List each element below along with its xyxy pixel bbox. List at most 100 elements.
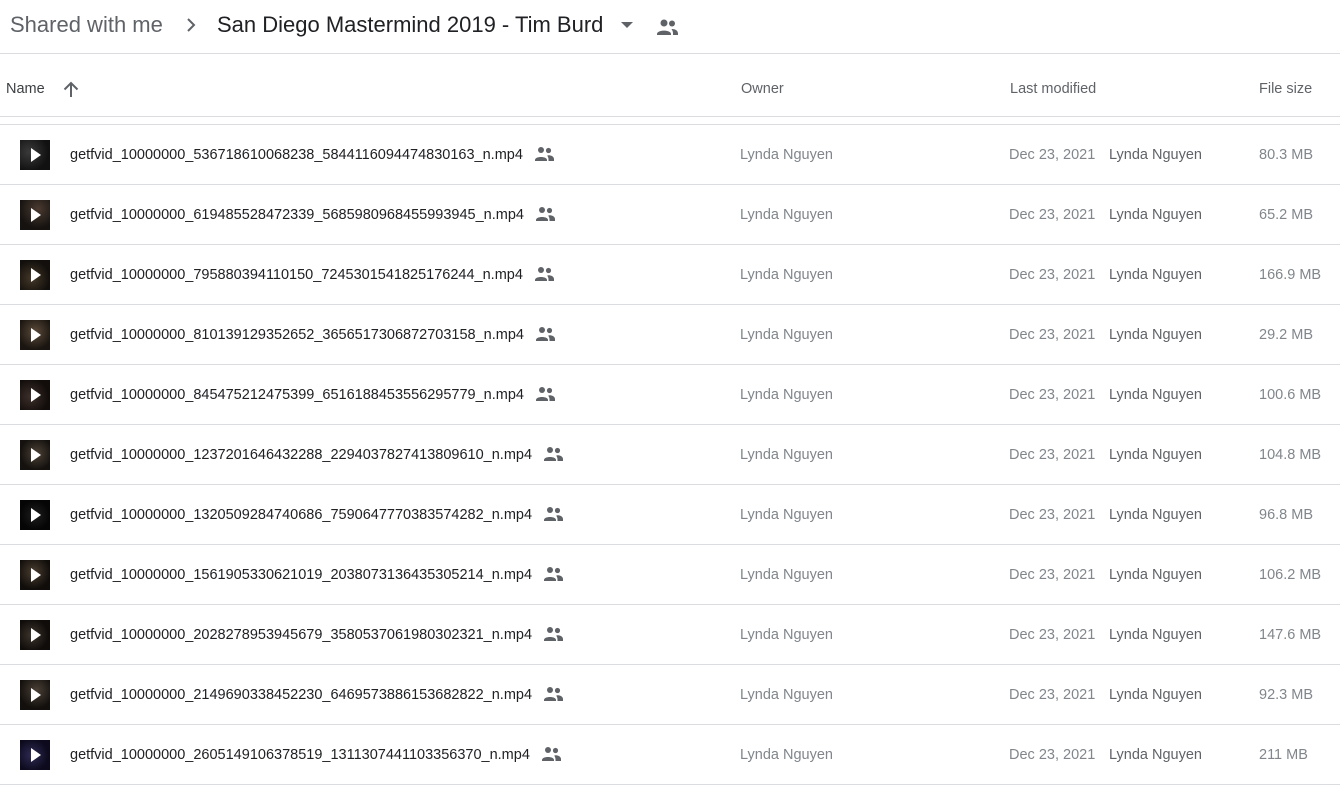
chevron-right-icon [187, 18, 196, 32]
column-header-row: Name Owner Last modified File size [0, 54, 1340, 117]
breadcrumb-bar: Shared with me San Diego Mastermind 2019… [0, 0, 1340, 54]
file-row[interactable]: getfvid_10000000_536718610068238_5844116… [0, 125, 1340, 185]
file-modified-by: Lynda Nguyen [1109, 267, 1202, 283]
file-row[interactable]: getfvid_10000000_619485528472339_5685980… [0, 185, 1340, 245]
people-icon [544, 567, 564, 581]
file-owner: Lynda Nguyen [740, 627, 833, 643]
video-thumbnail [20, 440, 50, 470]
arrow-drop-down-icon[interactable] [617, 17, 637, 33]
people-icon [657, 19, 678, 35]
file-modified-date: Dec 23, 2021 [1009, 327, 1096, 343]
play-icon [31, 148, 41, 162]
column-header-owner[interactable]: Owner [741, 81, 784, 97]
people-icon [534, 267, 554, 281]
column-header-last-modified[interactable]: Last modified [1010, 81, 1096, 97]
people-icon [541, 747, 561, 761]
video-thumbnail [20, 140, 50, 170]
breadcrumb-shared-with-me[interactable]: Shared with me [10, 10, 163, 40]
play-icon [31, 328, 41, 342]
file-size: 106.2 MB [1259, 567, 1322, 583]
file-name: getfvid_10000000_1237201646432288_229403… [70, 447, 533, 463]
file-name: getfvid_10000000_536718610068238_5844116… [70, 147, 523, 163]
file-row[interactable]: getfvid_10000000_845475212475399_6516188… [0, 365, 1340, 425]
video-thumbnail [20, 740, 50, 770]
play-icon [31, 508, 41, 522]
file-modified-date: Dec 23, 2021 [1009, 687, 1096, 703]
list-top-divider [0, 117, 1340, 125]
play-icon [31, 748, 41, 762]
people-icon [535, 207, 555, 221]
play-icon [31, 688, 41, 702]
play-icon [31, 628, 41, 642]
file-row[interactable]: getfvid_10000000_2028278953945679_358053… [0, 605, 1340, 665]
file-name: getfvid_10000000_845475212475399_6516188… [70, 387, 524, 403]
file-name: getfvid_10000000_795880394110150_7245301… [70, 267, 523, 283]
file-size: 166.9 MB [1259, 267, 1322, 283]
video-thumbnail [20, 260, 50, 290]
file-modified-by: Lynda Nguyen [1109, 207, 1202, 223]
file-name: getfvid_10000000_2605149106378519_131130… [70, 747, 530, 763]
file-modified-by: Lynda Nguyen [1109, 387, 1202, 403]
file-modified-by: Lynda Nguyen [1109, 327, 1202, 343]
file-size: 80.3 MB [1259, 147, 1313, 163]
file-owner: Lynda Nguyen [740, 147, 833, 163]
file-modified-date: Dec 23, 2021 [1009, 627, 1096, 643]
file-modified-by: Lynda Nguyen [1109, 147, 1202, 163]
file-modified-date: Dec 23, 2021 [1009, 447, 1096, 463]
file-owner: Lynda Nguyen [740, 327, 833, 343]
breadcrumb-current-folder[interactable]: San Diego Mastermind 2019 - Tim Burd [217, 10, 603, 40]
people-icon [544, 507, 564, 521]
video-thumbnail [20, 200, 50, 230]
video-thumbnail [20, 500, 50, 530]
file-size: 211 MB [1259, 747, 1308, 763]
file-name: getfvid_10000000_2028278953945679_358053… [70, 627, 533, 643]
file-size: 147.6 MB [1259, 627, 1322, 643]
play-icon [31, 208, 41, 222]
play-icon [31, 448, 41, 462]
play-icon [31, 268, 41, 282]
file-modified-date: Dec 23, 2021 [1009, 747, 1096, 763]
file-row[interactable]: getfvid_10000000_810139129352652_3656517… [0, 305, 1340, 365]
file-size: 96.8 MB [1259, 507, 1313, 523]
people-icon [544, 447, 564, 461]
file-owner: Lynda Nguyen [740, 207, 833, 223]
file-modified-by: Lynda Nguyen [1109, 687, 1202, 703]
file-name: getfvid_10000000_1561905330621019_203807… [70, 567, 533, 583]
people-icon [535, 387, 555, 401]
file-row[interactable]: getfvid_10000000_1561905330621019_203807… [0, 545, 1340, 605]
file-row[interactable]: getfvid_10000000_2149690338452230_646957… [0, 665, 1340, 725]
file-name: getfvid_10000000_1320509284740686_759064… [70, 507, 533, 523]
file-name: getfvid_10000000_619485528472339_5685980… [70, 207, 524, 223]
arrow-upward-icon[interactable] [60, 79, 82, 101]
file-row[interactable]: getfvid_10000000_1237201646432288_229403… [0, 425, 1340, 485]
column-header-file-size[interactable]: File size [1259, 81, 1312, 97]
people-icon [535, 327, 555, 341]
column-header-name[interactable]: Name [6, 81, 45, 97]
play-icon [31, 568, 41, 582]
video-thumbnail [20, 320, 50, 350]
file-list: getfvid_10000000_536718610068238_5844116… [0, 125, 1340, 785]
file-modified-date: Dec 23, 2021 [1009, 507, 1096, 523]
file-owner: Lynda Nguyen [740, 567, 833, 583]
file-row[interactable]: getfvid_10000000_795880394110150_7245301… [0, 245, 1340, 305]
people-icon [544, 627, 564, 641]
people-icon [544, 687, 564, 701]
file-modified-date: Dec 23, 2021 [1009, 207, 1096, 223]
file-modified-by: Lynda Nguyen [1109, 567, 1202, 583]
file-row[interactable]: getfvid_10000000_2605149106378519_131130… [0, 725, 1340, 785]
video-thumbnail [20, 380, 50, 410]
file-modified-date: Dec 23, 2021 [1009, 147, 1096, 163]
file-name: getfvid_10000000_2149690338452230_646957… [70, 687, 533, 703]
file-modified-by: Lynda Nguyen [1109, 627, 1202, 643]
file-modified-by: Lynda Nguyen [1109, 507, 1202, 523]
file-owner: Lynda Nguyen [740, 447, 833, 463]
file-modified-date: Dec 23, 2021 [1009, 387, 1096, 403]
file-owner: Lynda Nguyen [740, 687, 833, 703]
file-size: 29.2 MB [1259, 327, 1313, 343]
video-thumbnail [20, 620, 50, 650]
file-size: 92.3 MB [1259, 687, 1313, 703]
file-modified-date: Dec 23, 2021 [1009, 567, 1096, 583]
file-row[interactable]: getfvid_10000000_1320509284740686_759064… [0, 485, 1340, 545]
file-size: 104.8 MB [1259, 447, 1322, 463]
file-owner: Lynda Nguyen [740, 267, 833, 283]
